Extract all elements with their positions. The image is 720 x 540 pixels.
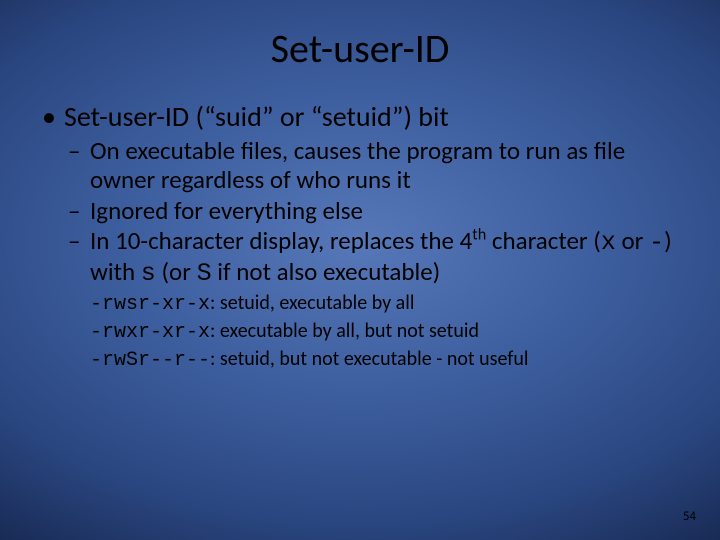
bullet-lvl1: Set-user-ID (“suid” or “setuid”) bit (38, 101, 690, 133)
code-inline: - (649, 228, 664, 257)
slide-title: Set-user-ID (0, 0, 720, 83)
text: (or (156, 256, 197, 287)
text: : executable by all, but not setuid (210, 319, 479, 343)
text: or (616, 225, 649, 256)
bullet-lvl2: Ignored for everything else (38, 197, 690, 226)
bullet-lvl2: On executable files, causes the program … (38, 137, 690, 195)
code-inline: -rw​Sr--r-- (90, 349, 210, 372)
bullet-lvl2: In 10-character display, replaces the 4t… (38, 227, 690, 289)
code-inline: x (601, 228, 616, 257)
code-inline: S (197, 259, 212, 288)
text: : setuid, executable by all (210, 291, 414, 315)
page-number: 54 (683, 509, 696, 524)
text: if not also executable) (212, 256, 441, 287)
text: : setuid, but not executable - not usefu… (210, 347, 528, 371)
text: In 10-character display, replaces the 4 (90, 225, 472, 256)
code-inline: s (141, 259, 156, 288)
example-line: -rw​Sr--r--: setuid, but not executable … (38, 347, 690, 373)
slide: Set-user-ID Set-user-ID (“suid” or “setu… (0, 0, 720, 540)
example-line: -rwsr-xr-x: setuid, executable by all (38, 291, 690, 317)
code-inline: -rwxr-xr-x (90, 321, 210, 344)
text: character ( (486, 225, 601, 256)
superscript: th (472, 226, 486, 245)
slide-content: Set-user-ID (“suid” or “setuid”) bit On … (0, 101, 720, 373)
code-inline: -rwsr-xr-x (90, 293, 210, 316)
example-line: -rwxr-xr-x: executable by all, but not s… (38, 319, 690, 345)
